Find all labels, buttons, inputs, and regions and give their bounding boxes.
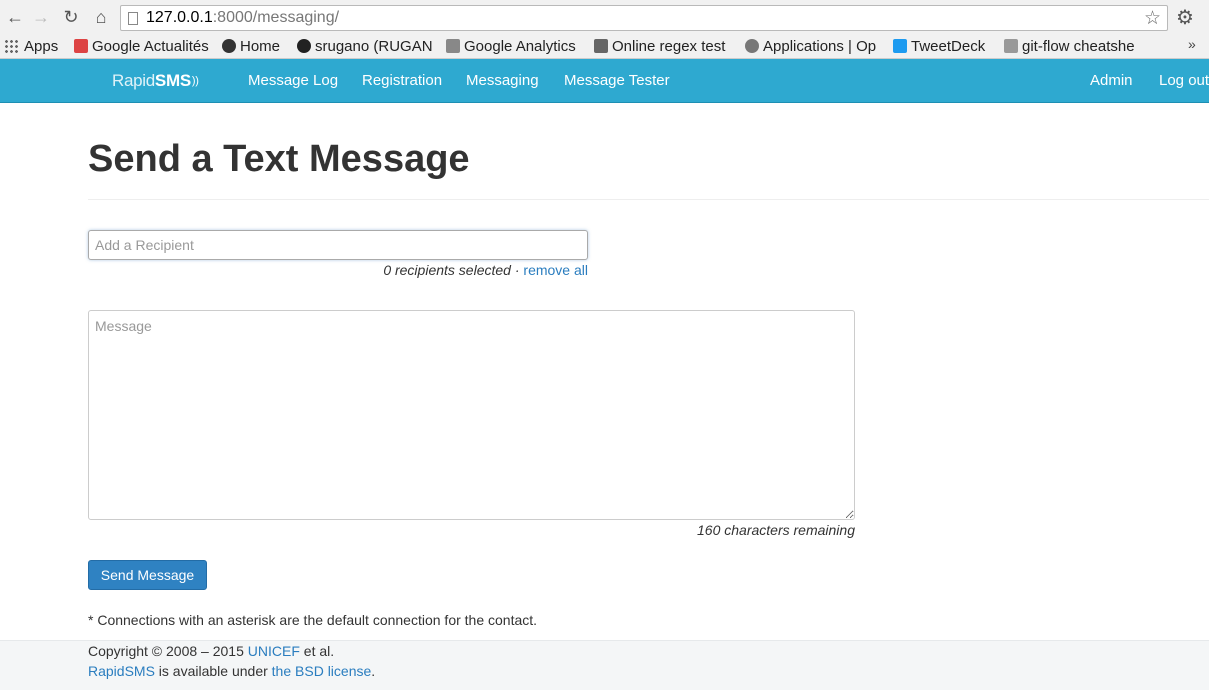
nav-registration[interactable]: Registration <box>362 72 442 89</box>
title-divider <box>88 199 1209 200</box>
app-navbar: RapidSMS)) Message Log Registration Mess… <box>0 59 1209 103</box>
bookmark-apps[interactable]: Apps <box>4 36 58 57</box>
nav-log-out[interactable]: Log out <box>1159 72 1209 89</box>
browser-toolbar: ← → ↻ ⌂ 127.0.0.1:8000/messaging/ ☆ ⚙ <box>0 0 1209 34</box>
separator: · <box>514 262 520 278</box>
rapidsms-link[interactable]: RapidSMS <box>88 663 155 679</box>
remove-all-link[interactable]: remove all <box>523 262 588 278</box>
recipient-input[interactable] <box>88 230 588 260</box>
back-icon[interactable]: ← <box>4 6 26 28</box>
address-bar[interactable]: 127.0.0.1:8000/messaging/ ☆ <box>120 5 1168 31</box>
unicef-link[interactable]: UNICEF <box>248 643 300 659</box>
news-icon <box>74 39 88 53</box>
regex-icon <box>594 39 608 53</box>
nav-message-log[interactable]: Message Log <box>248 72 338 89</box>
applications-icon <box>745 39 759 53</box>
bookmark-git-flow[interactable]: git-flow cheatshe <box>1004 36 1142 57</box>
default-connection-note: * Connections with an asterisk are the d… <box>88 612 538 628</box>
send-message-button[interactable]: Send Message <box>88 560 207 590</box>
apps-grid-icon <box>4 39 18 53</box>
home-bookmark-icon <box>222 39 236 53</box>
bookmark-github[interactable]: srugano (RUGAN <box>297 36 435 57</box>
bookmark-google-actualites[interactable]: Google Actualités <box>74 36 212 57</box>
reload-icon[interactable]: ↻ <box>60 6 82 28</box>
brand-logo[interactable]: RapidSMS)) <box>112 71 199 91</box>
github-icon <box>297 39 311 53</box>
characters-remaining: 160 characters remaining <box>697 522 855 538</box>
nav-messaging[interactable]: Messaging <box>466 72 539 89</box>
bsd-license-link[interactable]: the BSD license <box>272 663 372 679</box>
bookmark-applications[interactable]: Applications | Op <box>745 36 883 57</box>
recipients-selected-count: 0 recipients selected <box>383 262 511 278</box>
page-icon <box>128 12 138 25</box>
license-line: RapidSMS is available under the BSD lice… <box>88 663 376 679</box>
recipient-status: 0 recipients selected · remove all <box>88 262 588 278</box>
bookmark-google-analytics[interactable]: Google Analytics <box>446 36 576 57</box>
page-title: Send a Text Message <box>88 138 470 180</box>
copyright-line: Copyright © 2008 – 2015 UNICEF et al. <box>88 643 335 659</box>
bookmark-star-icon[interactable]: ☆ <box>1144 7 1161 30</box>
document-icon <box>1004 39 1018 53</box>
url-text[interactable]: 127.0.0.1:8000/messaging/ <box>146 9 339 27</box>
tweetdeck-icon <box>893 39 907 53</box>
nav-message-tester[interactable]: Message Tester <box>564 72 670 89</box>
home-icon[interactable]: ⌂ <box>90 6 112 28</box>
page-footer: Copyright © 2008 – 2015 UNICEF et al. Ra… <box>0 640 1209 690</box>
bookmarks-bar: Apps Google Actualités Home srugano (RUG… <box>0 34 1209 59</box>
bookmarks-overflow-icon[interactable]: » <box>1188 36 1196 52</box>
signal-icon: )) <box>191 75 199 87</box>
settings-gear-icon[interactable]: ⚙ <box>1176 5 1194 30</box>
bookmark-regex[interactable]: Online regex test <box>594 36 732 57</box>
bookmark-tweetdeck[interactable]: TweetDeck <box>893 36 993 57</box>
message-textarea[interactable] <box>88 310 855 520</box>
nav-admin[interactable]: Admin <box>1090 72 1133 89</box>
analytics-icon <box>446 39 460 53</box>
bookmark-home[interactable]: Home <box>222 36 280 57</box>
forward-icon[interactable]: → <box>30 6 52 28</box>
